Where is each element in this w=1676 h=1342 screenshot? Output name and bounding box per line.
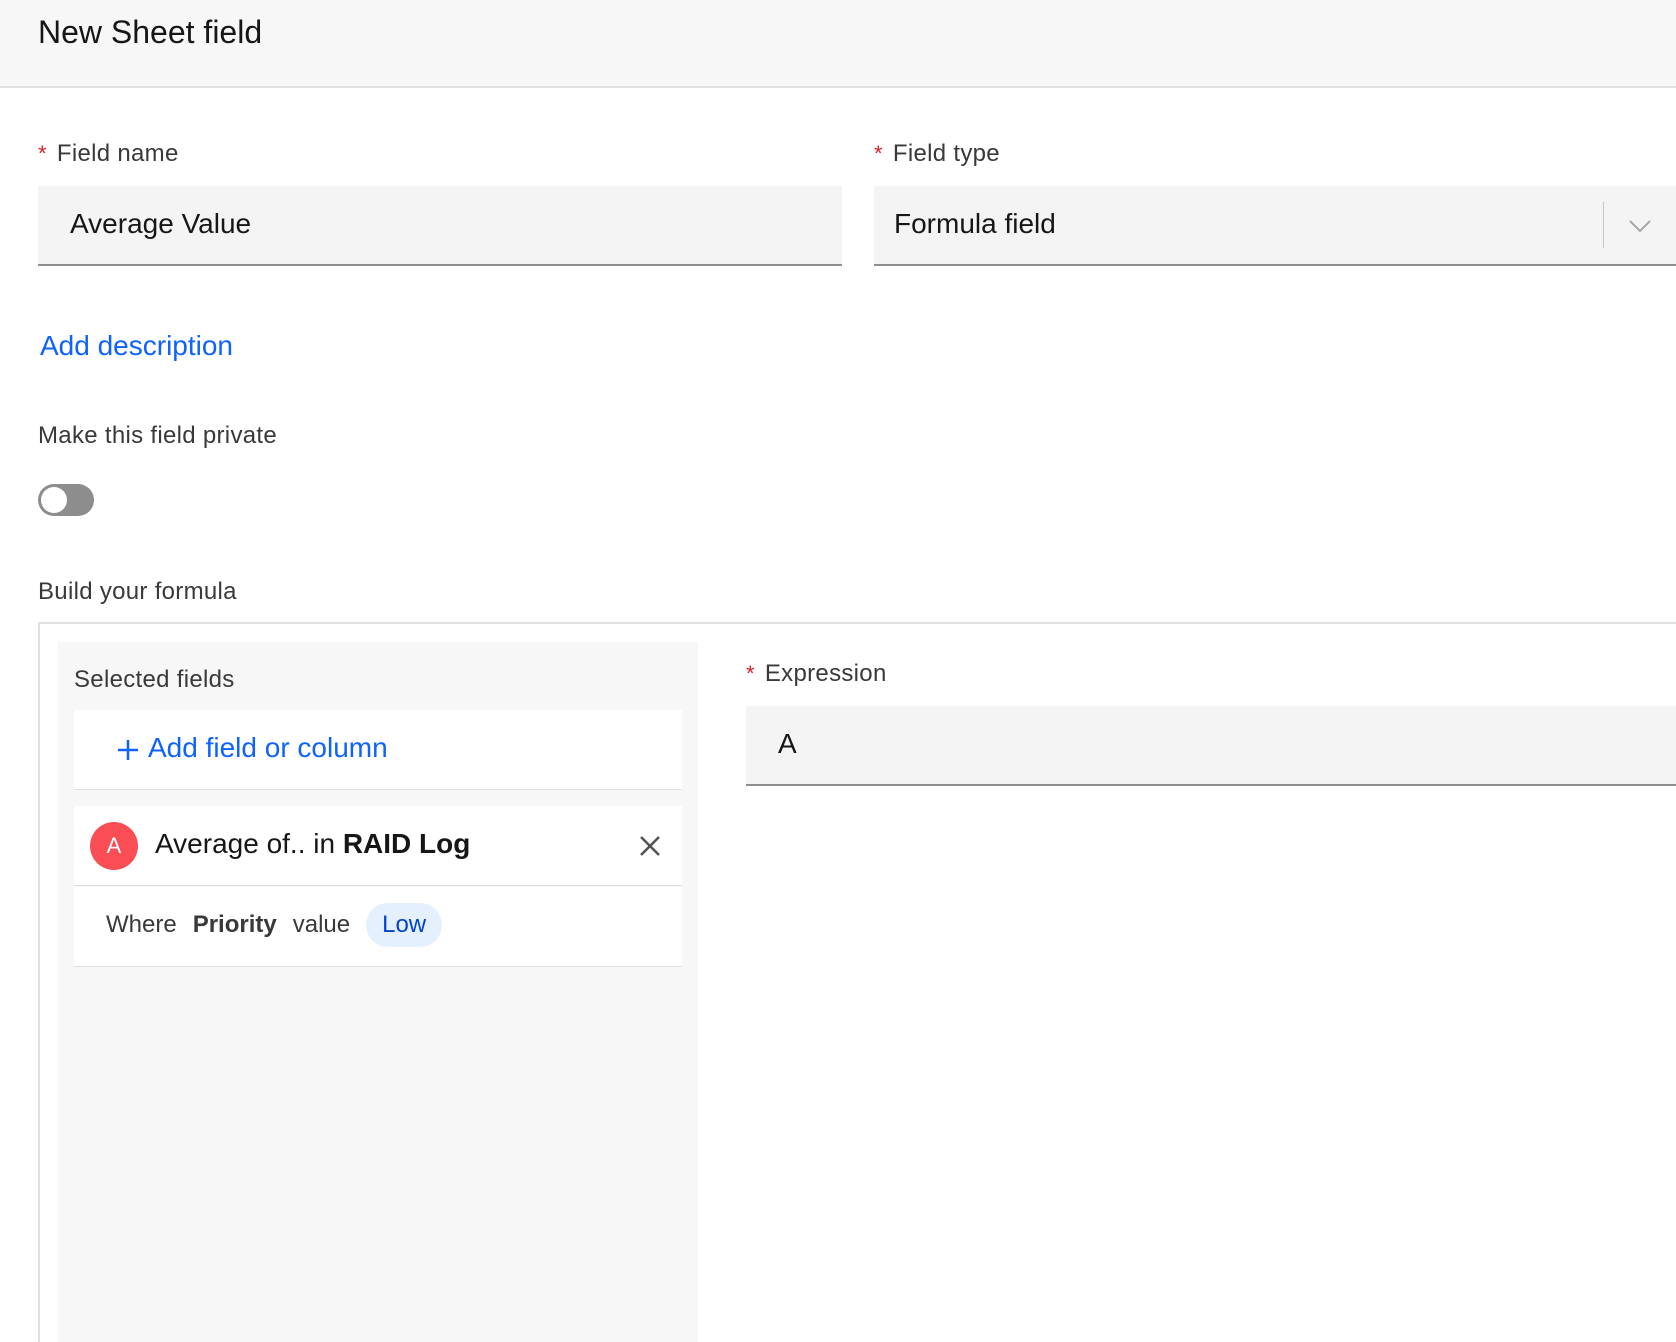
expression-input[interactable]: A [746,706,1676,786]
selected-fields-label: Selected fields [74,666,235,693]
selected-fields-panel: Selected fields Add field or column A Av… [58,642,698,1342]
condition-field: Priority [192,911,277,938]
field-name-label-text: Field name [56,140,179,167]
required-marker: * [746,661,755,686]
condition-where: Where [106,911,177,938]
modal-header: New Sheet field [0,0,1676,88]
required-marker: * [38,141,47,166]
condition-value-tag: Low [366,903,443,947]
field-item-text: Average of.. in RAID Log [155,828,470,860]
field-badge: A [90,822,138,870]
field-name-value: Average Value [70,208,252,239]
field-condition: Where Priority value Low [74,887,682,967]
field-name-input[interactable]: Average Value [38,186,842,266]
close-icon[interactable] [638,834,662,858]
plus-icon [118,740,138,760]
add-description-link[interactable]: Add description [40,330,233,362]
field-type-value: Formula field [894,208,1056,239]
field-item-prefix: Average of.. in [155,828,336,859]
field-type-label: * Field type [874,140,1000,168]
field-type-label-text: Field type [892,140,1000,167]
select-separator [1603,202,1604,248]
private-toggle-label: Make this field private [38,422,278,449]
add-field-button[interactable]: Add field or column [74,710,682,790]
formula-builder: Selected fields Add field or column A Av… [38,622,1676,1342]
toggle-knob [41,487,67,513]
expression-label: * Expression [746,660,887,688]
page-title: New Sheet field [38,14,263,50]
expression-value: A [778,728,797,759]
field-item-sheet-name: RAID Log [342,828,471,859]
field-type-select[interactable]: Formula field [874,186,1676,266]
private-toggle[interactable] [38,484,94,516]
add-field-label: Add field or column [148,732,388,763]
field-name-label: * Field name [38,140,179,168]
condition-row: Where Priority value Low [106,903,443,947]
condition-value-word: value [292,911,351,938]
required-marker: * [874,141,883,166]
expression-label-text: Expression [764,660,887,687]
formula-section-label: Build your formula [38,578,237,605]
selected-field-item[interactable]: A Average of.. in RAID Log [74,806,682,886]
chevron-down-icon[interactable] [1626,212,1654,240]
